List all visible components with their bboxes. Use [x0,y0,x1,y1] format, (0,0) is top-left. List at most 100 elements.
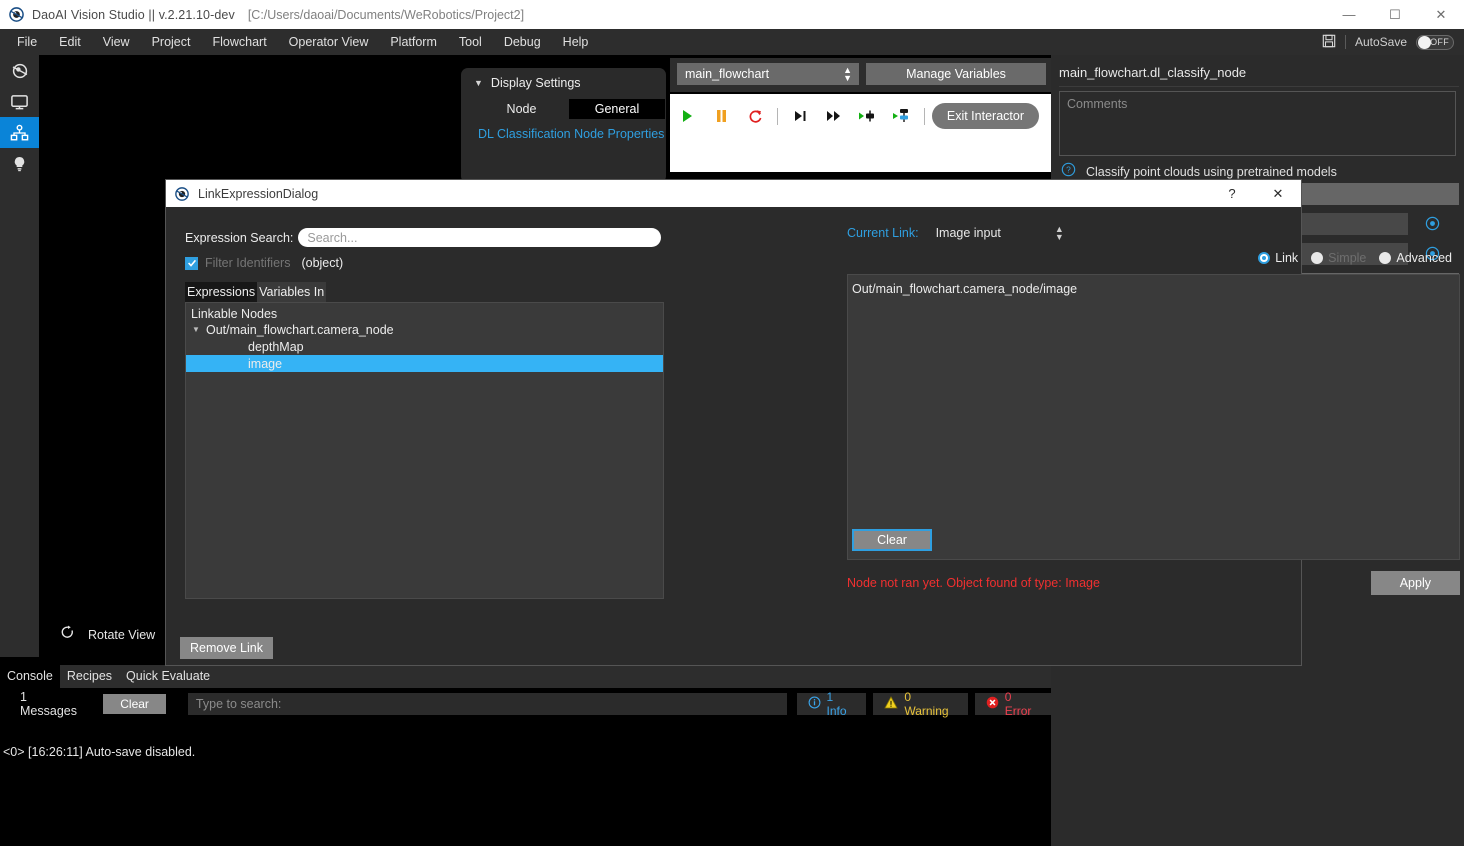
info-icon [808,696,821,712]
chevron-down-icon[interactable]: ▼ [186,325,206,334]
status-message: Node not ran yet. Object found of type: … [847,576,1100,590]
menu-edit[interactable]: Edit [48,31,92,53]
rail-item-vision[interactable] [0,55,39,86]
console-panel: Console Recipes Quick Evaluate 1 Message… [0,665,1051,846]
pause-icon[interactable] [704,94,738,138]
menubar-right-group: AutoSave OFF [1322,34,1464,50]
title-bar: DaoAI Vision Studio || v.2.21.10-dev [C:… [0,0,1464,29]
menu-flowchart[interactable]: Flowchart [201,31,277,53]
radio-simple[interactable] [1311,252,1324,264]
menu-file[interactable]: File [6,31,48,53]
current-link-value[interactable]: Image input [936,226,1001,240]
tab-variables-in[interactable]: Variables In [257,282,327,302]
console-clear-button[interactable]: Clear [103,694,166,714]
radio-advanced[interactable] [1379,252,1392,264]
dialog-logo-icon [175,186,189,201]
autosave-state: OFF [1430,37,1449,47]
menu-view[interactable]: View [92,31,141,53]
error-icon [986,696,999,712]
current-link-row: Current Link: Image input ▲ ▼ [847,225,1460,242]
radio-link[interactable] [1258,252,1271,264]
maximize-icon[interactable]: ☐ [1372,0,1418,29]
dialog-left-column: Expression Search: Search... Filter Iden… [185,228,665,599]
rail-item-monitor[interactable] [0,86,39,117]
menu-help[interactable]: Help [552,31,600,53]
step-over-icon[interactable] [817,94,851,138]
node-properties-link[interactable]: DL Classification Node Properties [461,126,666,142]
menu-operator-view[interactable]: Operator View [278,31,380,53]
object-type-label: (object) [301,256,344,270]
autosave-toggle[interactable]: OFF [1416,34,1454,50]
toolbar-separator-2 [924,107,925,125]
tree-item-depthmap[interactable]: depthMap [186,338,663,355]
monitor-icon [10,93,29,111]
menu-project[interactable]: Project [141,31,202,53]
run-to-node-icon[interactable] [851,94,885,138]
apply-button[interactable]: Apply [1370,571,1460,595]
manage-variables-button[interactable]: Manage Variables [866,63,1046,85]
expression-search-input[interactable]: Search... [298,228,662,247]
menu-platform[interactable]: Platform [379,31,448,53]
step-into-icon[interactable] [783,94,817,138]
filter-identifiers-checkbox[interactable] [185,256,198,270]
comments-field[interactable]: Comments [1059,91,1456,156]
linkable-nodes-tree[interactable]: Linkable Nodes ▼ Out/main_flowchart.came… [185,302,664,599]
toolbar-separator-1 [777,107,778,125]
minimize-icon[interactable]: — [1326,0,1372,29]
exit-interactor-button[interactable]: Exit Interactor [931,103,1039,129]
tree-item-image[interactable]: image [186,355,663,372]
flowchart-toolbar-filler [670,138,1051,172]
comments-placeholder: Comments [1067,97,1128,111]
info-badge[interactable]: 1 Info [796,690,867,718]
console-tab-bar: Console Recipes Quick Evaluate [0,665,1051,688]
rail-item-flowchart[interactable] [0,117,39,148]
error-badge[interactable]: 0 Error [974,690,1051,718]
console-controls: 1 Messages Clear Type to search: 1 Info … [0,688,1051,720]
radio-link-label: Link [1275,251,1299,265]
flowchart-toolbar: main_flowchart ▲ ▼ Manage Variables [670,58,1051,92]
menu-debug[interactable]: Debug [493,31,552,53]
tab-quick-evaluate[interactable]: Quick Evaluate [119,665,217,688]
expression-editor[interactable]: Out/main_flowchart.camera_node/image Cle… [847,274,1460,560]
node-tab[interactable]: Node [474,102,569,116]
tab-expressions[interactable]: Expressions [185,282,258,302]
expression-search-row: Expression Search: Search... [185,228,665,247]
tab-recipes[interactable]: Recipes [60,665,119,688]
clear-expression-button[interactable]: Clear [852,529,932,551]
display-settings-header[interactable]: ▼ Display Settings [461,76,666,90]
rail-item-lightbulb[interactable] [0,148,39,179]
flowchart-run-toolbar: Exit Interactor [670,94,1051,138]
save-icon[interactable] [1322,34,1336,50]
warning-badge[interactable]: 0 Warning [873,690,968,718]
lightbulb-icon [11,155,28,173]
dialog-window-controls: ? ✕ [1209,180,1301,207]
tree-item-camera-node[interactable]: ▼ Out/main_flowchart.camera_node [186,321,663,338]
run-icon[interactable] [670,94,704,138]
flowchart-select-value: main_flowchart [685,67,770,81]
console-search-input[interactable]: Type to search: [187,693,787,715]
menu-tool[interactable]: Tool [448,31,493,53]
run-from-node-icon[interactable] [885,94,919,138]
dialog-close-icon[interactable]: ✕ [1255,180,1301,207]
console-search-placeholder: Type to search: [195,697,282,711]
left-icon-rail [0,55,39,657]
tab-console[interactable]: Console [0,665,60,688]
radio-simple-label: Simple [1328,251,1367,265]
general-tab[interactable]: General [569,99,665,119]
chevron-updown-icon[interactable]: ▲ ▼ [1055,225,1064,242]
dialog-help-icon[interactable]: ? [1209,180,1255,207]
reload-icon[interactable] [738,94,772,138]
window-controls: — ☐ ✕ [1326,0,1464,29]
expression-search-placeholder: Search... [307,230,358,245]
warning-icon [884,696,898,712]
remove-link-button[interactable]: Remove Link [180,637,273,659]
chevron-down-icon[interactable]: ▼ [474,78,483,88]
flowchart-icon [10,124,29,142]
node-title: main_flowchart.dl_classify_node [1059,64,1247,80]
flowchart-select[interactable]: main_flowchart ▲ ▼ [677,63,859,85]
close-icon[interactable]: ✕ [1418,0,1464,29]
dialog-title-bar: LinkExpressionDialog ? ✕ [166,180,1301,207]
messages-count: 1 Messages [20,690,77,718]
radio-advanced-label: Advanced [1396,251,1452,265]
rotate-view-control[interactable]: Rotate View [61,625,155,645]
